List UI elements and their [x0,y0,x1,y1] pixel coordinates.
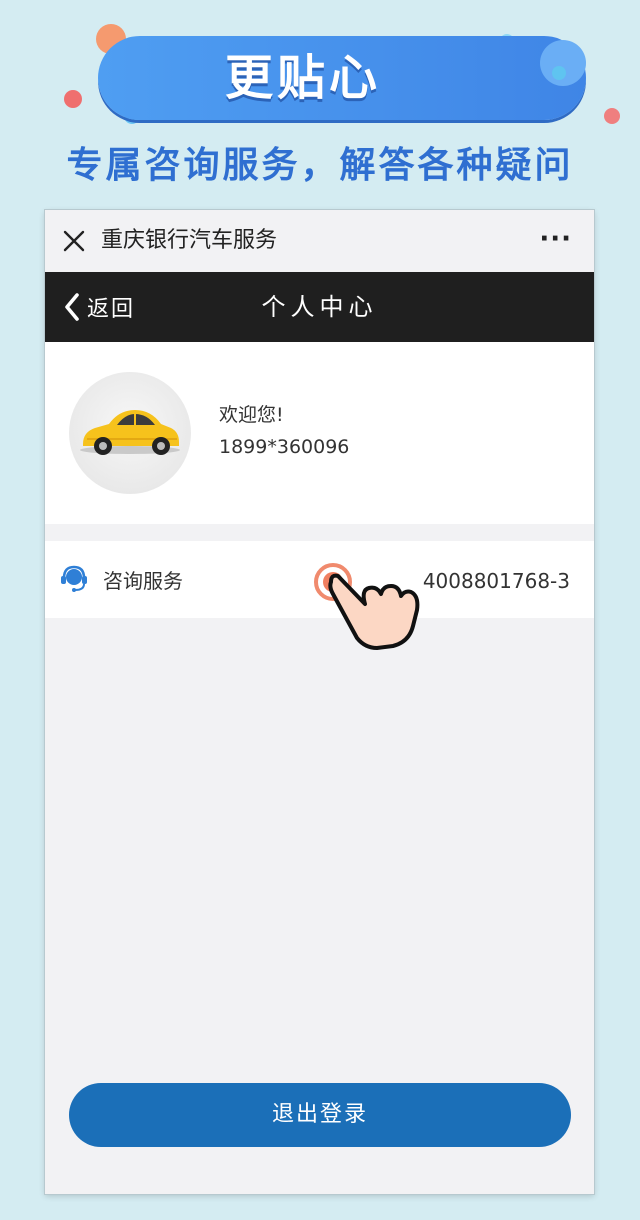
service-label: 咨询服务 [103,569,183,593]
decor-dot [604,108,620,124]
avatar [69,372,191,494]
page-title: 个人中心 [261,293,378,321]
wechat-page-title: 重庆银行汽车服务 [101,228,278,253]
headset-icon [61,565,87,592]
close-icon[interactable] [61,228,87,254]
navbar: 返回 个人中心 [45,272,594,342]
welcome-text: 欢迎您! [219,404,284,426]
service-phone-number[interactable]: 4008801768-3 [423,569,570,593]
banner-title: 更贴心 [224,50,381,106]
decor-dot [552,66,566,80]
decor-dot [540,40,586,86]
car-icon [80,410,180,455]
logout-button[interactable]: 退出登录 [69,1083,571,1147]
profile-card: 欢迎您! 1899*360096 [45,342,594,524]
wechat-title-bar: 重庆银行汽车服务 ··· [45,210,594,272]
banner-subtitle: 专属咨询服务，解答各种疑问 [66,145,574,186]
phone-screen: 重庆银行汽车服务 ··· 返回 个人中心 欢迎您! 1899*360096 咨询… [45,210,594,1194]
decor-dot [64,90,82,108]
user-phone: 1899*360096 [219,436,350,458]
tap-hand-icon [314,563,420,650]
promo-banner: 更贴心 专属咨询服务，解答各种疑问 [0,0,640,200]
more-menu-button[interactable]: ··· [539,210,572,272]
